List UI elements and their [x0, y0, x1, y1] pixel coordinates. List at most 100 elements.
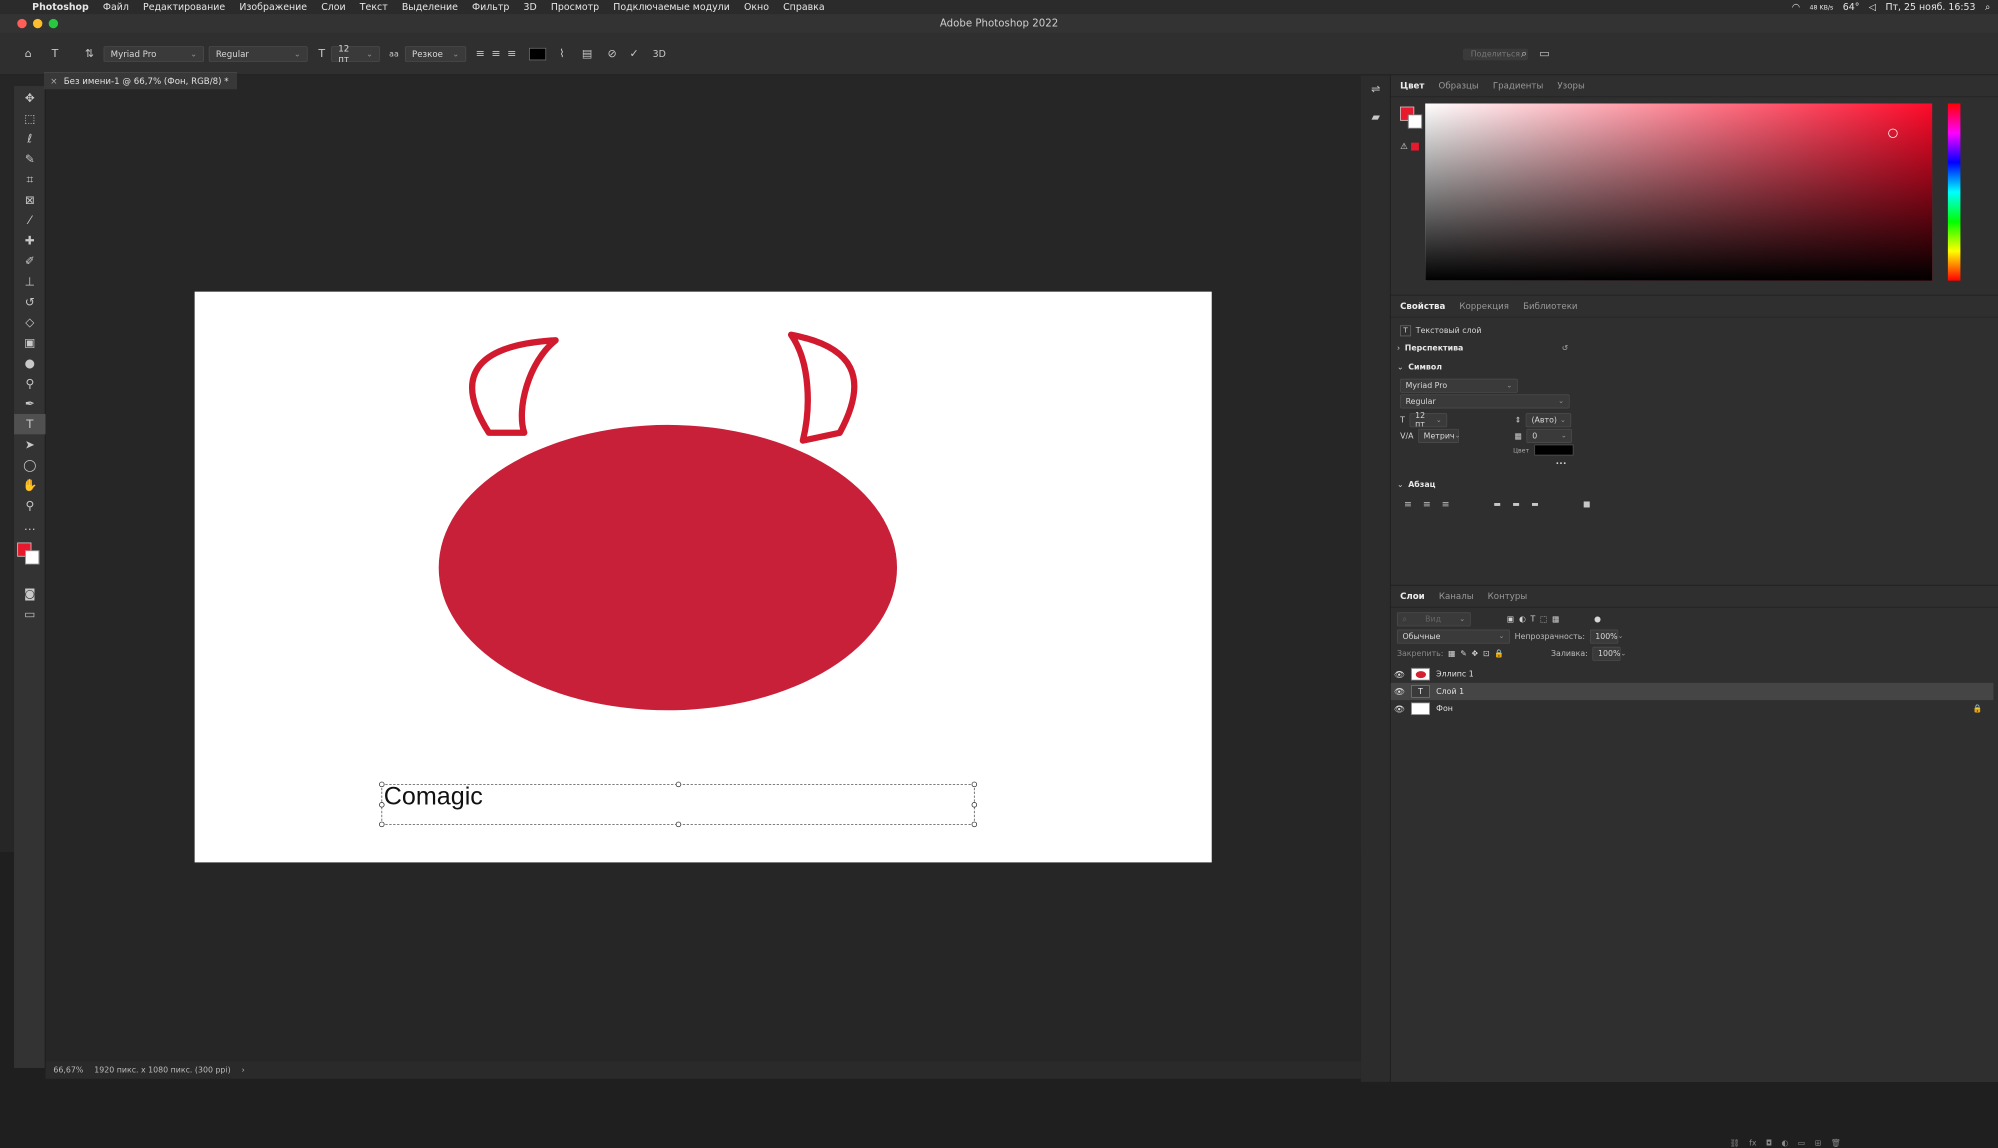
- tab-layers[interactable]: Слои: [1400, 591, 1425, 601]
- menu-layers[interactable]: Слои: [314, 2, 353, 13]
- tracking-select[interactable]: 0: [1526, 428, 1573, 443]
- search-icon[interactable]: ⌕: [1985, 1, 1990, 13]
- commit-check-icon[interactable]: ✓: [626, 46, 642, 62]
- justify-last-right-icon[interactable]: ▬: [1527, 496, 1543, 512]
- tab-paths[interactable]: Контуры: [1488, 591, 1527, 601]
- filter-pixel-icon[interactable]: ▣: [1507, 615, 1514, 624]
- zoom-level[interactable]: 66,67%: [53, 1066, 83, 1075]
- new-group-icon[interactable]: ▭: [1798, 1139, 1805, 1148]
- lock-transparent-icon[interactable]: ▦: [1448, 650, 1455, 659]
- tab-gradients[interactable]: Градиенты: [1493, 81, 1543, 91]
- menu-select[interactable]: Выделение: [395, 2, 465, 13]
- menu-text[interactable]: Текст: [353, 2, 395, 13]
- canvas[interactable]: Comagic: [194, 291, 1212, 863]
- color-picker-ring[interactable]: [1888, 128, 1898, 138]
- comments-panel-icon[interactable]: ▰: [1368, 110, 1384, 126]
- resize-handle-b[interactable]: [675, 821, 682, 828]
- text-bounding-box[interactable]: Comagic: [379, 781, 978, 828]
- reset-icon[interactable]: ↺: [1562, 344, 1569, 353]
- tab-color[interactable]: Цвет: [1400, 81, 1424, 91]
- menu-file[interactable]: Файл: [96, 2, 136, 13]
- quick-select-tool-icon[interactable]: ✎: [14, 149, 45, 169]
- quick-mask-icon[interactable]: ◙: [14, 583, 45, 603]
- color-panel-background-swatch[interactable]: [1407, 114, 1423, 129]
- more-tools-icon[interactable]: …: [14, 516, 45, 536]
- menu-window[interactable]: Окно: [737, 2, 776, 13]
- resize-handle-bl[interactable]: [379, 821, 385, 828]
- resize-handle-l[interactable]: [379, 802, 385, 808]
- status-arrow[interactable]: ›: [242, 1066, 245, 1075]
- eraser-tool-icon[interactable]: ◇: [14, 312, 45, 332]
- close-tab-icon[interactable]: ×: [50, 76, 57, 86]
- align-center-icon[interactable]: ≡: [488, 46, 504, 62]
- history-brush-tool-icon[interactable]: ↺: [14, 292, 45, 312]
- lock-artboard-icon[interactable]: ⊡: [1483, 650, 1490, 659]
- delete-layer-icon[interactable]: 🗑: [1831, 1139, 1841, 1148]
- dodge-tool-icon[interactable]: ⚲: [14, 373, 45, 393]
- align-right-icon[interactable]: ≡: [504, 46, 520, 62]
- kerning-select[interactable]: Метрич: [1418, 428, 1459, 443]
- layer-name[interactable]: Слой 1: [1436, 687, 1464, 696]
- layer-style-icon[interactable]: fx: [1749, 1139, 1756, 1148]
- cancel-icon[interactable]: ⊘: [604, 46, 620, 62]
- layer-row[interactable]: 👁 Эллипс 1: [1391, 666, 1994, 683]
- chevron-down-icon[interactable]: ⌄: [1397, 481, 1404, 490]
- perspective-section[interactable]: Перспектива: [1405, 344, 1464, 353]
- resize-handle-t[interactable]: [675, 781, 682, 788]
- stamp-tool-icon[interactable]: ⊥: [14, 271, 45, 291]
- align-left-icon[interactable]: ≡: [472, 46, 488, 62]
- gradient-tool-icon[interactable]: ▣: [14, 332, 45, 352]
- pen-tool-icon[interactable]: ✒: [14, 394, 45, 414]
- brush-tool-icon[interactable]: ✐: [14, 251, 45, 271]
- para-align-left-icon[interactable]: ≡: [1400, 496, 1416, 512]
- tab-swatches[interactable]: Образцы: [1439, 81, 1479, 91]
- layer-name[interactable]: Фон: [1436, 704, 1453, 713]
- tab-libraries[interactable]: Библиотеки: [1523, 301, 1577, 311]
- marquee-tool-icon[interactable]: ⬚: [14, 108, 45, 128]
- new-adjustment-icon[interactable]: ◐: [1782, 1139, 1789, 1148]
- text-orientation-icon[interactable]: ⇅: [82, 46, 98, 62]
- search-icon[interactable]: ⌕: [1516, 46, 1532, 62]
- color-field[interactable]: [1425, 103, 1933, 281]
- leading-select[interactable]: (Авто): [1525, 413, 1572, 428]
- hue-slider[interactable]: [1947, 103, 1961, 281]
- datetime[interactable]: Пт, 25 нояб. 16:53: [1885, 2, 1975, 13]
- resize-handle-tl[interactable]: [379, 781, 385, 788]
- filter-shape-icon[interactable]: ⬚: [1540, 615, 1547, 624]
- props-font-size-select[interactable]: 12 пт: [1409, 412, 1448, 429]
- antialias-select[interactable]: Резкое: [404, 46, 467, 62]
- more-options-icon[interactable]: •••: [1555, 460, 1566, 467]
- layer-filter-select[interactable]: ⌕ Вид: [1396, 612, 1471, 627]
- text-color-box[interactable]: [1533, 444, 1574, 456]
- ellipse-tool-icon[interactable]: ◯: [14, 455, 45, 475]
- history-panel-icon[interactable]: ⇌: [1368, 82, 1384, 98]
- resize-handle-tr[interactable]: [971, 781, 978, 788]
- type-tool-preset-icon[interactable]: T: [47, 46, 63, 62]
- layer-row[interactable]: 👁 Фон 🔒: [1391, 700, 1994, 717]
- para-align-center-icon[interactable]: ≡: [1419, 496, 1435, 512]
- 3d-button[interactable]: 3D: [651, 46, 667, 62]
- props-font-style-select[interactable]: Regular: [1400, 394, 1570, 409]
- opacity-input[interactable]: 100%: [1589, 629, 1618, 644]
- visibility-eye-icon[interactable]: 👁: [1391, 669, 1408, 679]
- justify-last-left-icon[interactable]: ▬: [1490, 496, 1506, 512]
- lock-image-icon[interactable]: ✎: [1460, 650, 1467, 659]
- menu-view[interactable]: Просмотр: [544, 2, 606, 13]
- font-family-select[interactable]: Myriad Pro: [103, 46, 205, 62]
- lock-icon[interactable]: 🔒: [1973, 704, 1983, 713]
- menu-image[interactable]: Изображение: [232, 2, 314, 13]
- lasso-tool-icon[interactable]: ℓ: [14, 129, 45, 149]
- gamut-warning-icon[interactable]: ⚠: [1400, 141, 1408, 151]
- tab-adjustments[interactable]: Коррекция: [1459, 301, 1509, 311]
- crop-tool-icon[interactable]: ⌗: [14, 169, 45, 189]
- layer-row[interactable]: 👁 T Слой 1: [1390, 682, 1994, 701]
- add-mask-icon[interactable]: ◘: [1766, 1139, 1772, 1148]
- workspace-icon[interactable]: ▭: [1537, 46, 1553, 62]
- blur-tool-icon[interactable]: ●: [14, 353, 45, 373]
- para-align-right-icon[interactable]: ≡: [1438, 496, 1454, 512]
- text-color-swatch[interactable]: [528, 47, 547, 61]
- hand-tool-icon[interactable]: ✋: [14, 475, 45, 495]
- symbol-section[interactable]: Символ: [1408, 363, 1442, 372]
- frame-tool-icon[interactable]: ⊠: [14, 190, 45, 210]
- menu-filter[interactable]: Фильтр: [465, 2, 516, 13]
